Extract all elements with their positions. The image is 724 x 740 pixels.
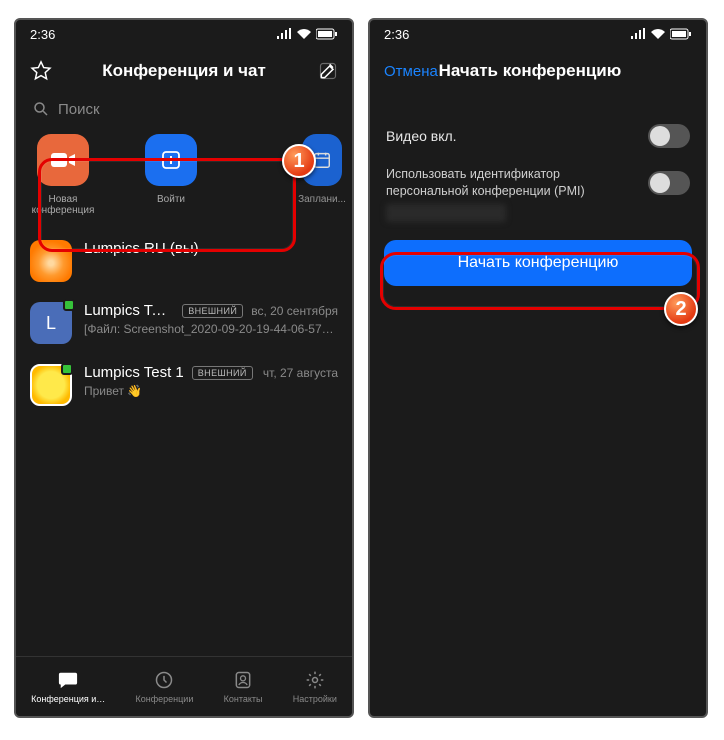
chat-date: чт, 27 августа [263,366,338,380]
avatar: L [30,302,72,344]
status-time: 2:36 [384,27,409,42]
search-icon [32,100,50,118]
nav-meet[interactable]: Конференция и… [31,669,105,704]
pmi-toggle-row: Использовать идентификатор персональной … [370,160,706,202]
battery-icon [670,28,692,40]
chat-preview: [Файл: Screenshot_2020-09-20-19-44-06-57… [84,322,338,336]
page-title: Начать конференцию [398,61,662,81]
battery-icon [316,28,338,40]
annotation-badge-2: 2 [664,292,698,326]
pmi-value-blurred [386,204,506,222]
signal-icon [276,28,292,40]
pmi-label: Использовать идентификатор персональной … [386,166,626,200]
chat-item[interactable]: L Lumpics Tes… ВНЕШНИЙ вс, 20 сентября [… [16,292,352,354]
nav-contacts[interactable]: Контакты [224,669,263,704]
chat-item[interactable]: Lumpics Test 1 ВНЕШНИЙ чт, 27 августа Пр… [16,354,352,416]
annotation-badge-1: 1 [282,144,316,178]
chat-name: Lumpics Tes… [84,302,174,319]
signal-icon [630,28,646,40]
pmi-toggle[interactable] [648,171,690,195]
wifi-icon [296,28,312,40]
chat-item-self[interactable]: Lumpics RU (вы) [16,230,352,292]
presence-icon [63,299,75,311]
new-meeting-button[interactable]: Новая конференция [26,134,100,216]
join-button[interactable]: Войти [134,134,208,216]
nav-settings[interactable]: Настройки [293,669,337,704]
compose-icon [318,61,338,81]
status-bar: 2:36 [370,20,706,48]
clock-icon [152,669,176,691]
phone-left: 2:36 Конференция и чат Поиск Новая конфе… [14,18,354,718]
settings-list: Видео вкл. Использовать идентификатор пе… [370,94,706,292]
wifi-icon [650,28,666,40]
gear-icon [303,669,327,691]
plus-icon [145,134,197,186]
star-icon [30,60,52,82]
search-input[interactable]: Поиск [16,94,352,128]
header-left-screen: Конференция и чат [16,48,352,94]
search-placeholder: Поиск [58,101,100,118]
external-tag: ВНЕШНИЙ [182,304,243,318]
video-toggle[interactable] [648,124,690,148]
video-label: Видео вкл. [386,128,457,144]
chat-name: Lumpics Test 1 [84,364,184,381]
chat-date: вс, 20 сентября [251,304,338,318]
favorite-button[interactable] [30,60,60,82]
avatar [30,240,72,282]
chat-bubble-icon [56,669,80,691]
chat-list: Lumpics RU (вы) L Lumpics Tes… ВНЕШНИЙ в… [16,230,352,656]
nav-meetings[interactable]: Конференции [136,669,194,704]
status-icons [630,28,692,40]
external-tag: ВНЕШНИЙ [192,366,253,380]
schedule-label: Заплани... [298,194,346,205]
join-label: Войти [157,194,185,205]
start-meeting-button[interactable]: Начать конференцию [384,240,692,286]
chat-name: Lumpics RU (вы) [84,240,199,257]
video-icon [37,134,89,186]
status-time: 2:36 [30,27,55,42]
compose-button[interactable] [308,61,338,81]
status-bar: 2:36 [16,20,352,48]
video-toggle-row: Видео вкл. [370,112,706,160]
page-title: Конференция и чат [60,61,308,81]
chat-preview: Привет 👋 [84,384,338,398]
contacts-icon [231,669,255,691]
avatar [30,364,72,406]
header-right-screen: Отмена Начать конференцию [370,48,706,94]
status-icons [276,28,338,40]
bottom-nav: Конференция и… Конференции Контакты Наст… [16,656,352,716]
new-meeting-label: Новая конференция [26,194,100,216]
presence-icon [61,363,73,375]
phone-right: 2:36 Отмена Начать конференцию Видео вкл… [368,18,708,718]
